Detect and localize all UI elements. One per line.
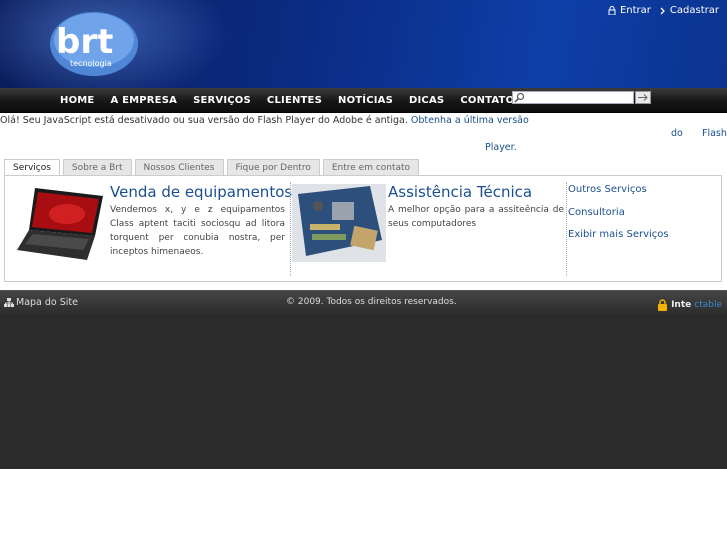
column-divider (566, 182, 567, 276)
get-flash-link-flash[interactable]: Flash (702, 127, 727, 141)
feature-title-assistencia[interactable]: Assistência Técnica (388, 183, 532, 201)
badge-text-a: Inte (671, 300, 692, 310)
get-flash-link[interactable]: Obtenha a última versão (411, 115, 529, 126)
padlock-icon (658, 299, 668, 311)
laptop-image[interactable] (15, 184, 107, 264)
logo-text: brt (56, 22, 113, 62)
header: brt tecnologia Entrar Cadastrar (0, 0, 727, 88)
nav-servicos[interactable]: SERVIÇOS (185, 95, 259, 106)
feature-title-venda[interactable]: Venda de equipamentos (110, 183, 292, 201)
tab-sobre-a-brt[interactable]: Sobre a Brt (62, 159, 132, 175)
tab-fique-por-dentro[interactable]: Fique por Dentro (226, 159, 320, 175)
nav-a-empresa[interactable]: A EMPRESA (102, 95, 185, 106)
sitemap-label: Mapa do Site (16, 297, 78, 308)
logo-tagline: tecnologia (70, 59, 112, 68)
notice-text: Olá! Seu JavaScript está desativado ou s… (0, 115, 408, 126)
footer-bar: Mapa do Site © 2009. Todos os direitos r… (0, 290, 727, 316)
login-link[interactable]: Entrar (608, 5, 651, 16)
search-submit-button[interactable] (635, 91, 651, 104)
nav-noticias[interactable]: NOTÍCIAS (330, 95, 401, 106)
search-box (512, 91, 651, 104)
top-links: Entrar Cadastrar (608, 5, 719, 16)
service-link-outros[interactable]: Outros Serviços (568, 184, 647, 195)
nav-clientes[interactable]: CLIENTES (259, 95, 330, 106)
footer: Mapa do Site © 2009. Todos os direitos r… (0, 290, 727, 469)
get-flash-link-do[interactable]: do (671, 127, 683, 141)
developer-badge[interactable]: Inte ctable (657, 299, 722, 311)
login-label: Entrar (619, 5, 651, 16)
get-flash-link-player[interactable]: Player. (485, 141, 517, 155)
register-label: Cadastrar (669, 5, 719, 16)
tab-panel-servicos: Venda de equipamentos Vendemos x, y e z … (4, 175, 722, 282)
chevron-right-icon (660, 7, 665, 14)
service-link-exibir-mais[interactable]: Exibir mais Serviços (568, 229, 669, 240)
search-icon (514, 92, 525, 103)
feature-text-venda: Vendemos x, y e z equipamentos Class apt… (110, 205, 285, 257)
search-input[interactable] (512, 91, 634, 104)
service-link-consultoria[interactable]: Consultoria (568, 207, 625, 218)
register-link[interactable]: Cadastrar (659, 5, 719, 16)
tab-nossos-clientes[interactable]: Nossos Clientes (134, 159, 224, 175)
column-divider (290, 182, 291, 276)
feature-text-assistencia: A melhor opção para a assiteência de seu… (388, 205, 564, 229)
lock-icon (608, 6, 616, 15)
badge-text-b: ctable (694, 300, 722, 310)
copyright: © 2009. Todos os direitos reservados. (286, 297, 457, 307)
sitemap-link[interactable]: Mapa do Site (4, 297, 78, 308)
tab-entre-em-contato[interactable]: Entre em contato (322, 159, 420, 175)
tab-servicos[interactable]: Serviços (4, 159, 60, 176)
brt-logo[interactable]: brt tecnologia (48, 6, 156, 78)
motherboard-image[interactable] (292, 184, 386, 262)
content-tabs: Serviços Sobre a Brt Nossos Clientes Fiq… (4, 159, 420, 176)
arrow-right-icon (638, 94, 648, 101)
nav-dicas[interactable]: DICAS (401, 95, 452, 106)
nav-home[interactable]: HOME (52, 95, 102, 106)
sitemap-icon (4, 298, 14, 307)
